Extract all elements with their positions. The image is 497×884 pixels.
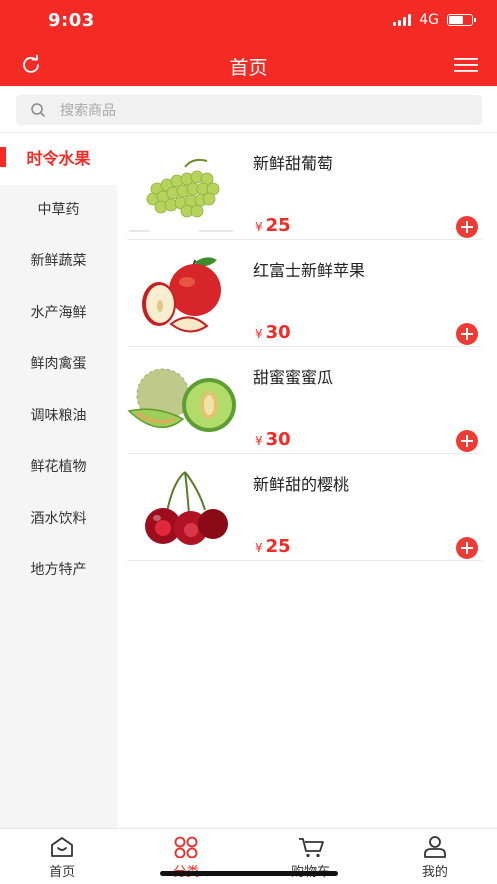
search-box[interactable] bbox=[16, 95, 482, 127]
add-to-cart-button[interactable] bbox=[456, 216, 478, 238]
sidebar-item-drinks[interactable]: 酒水饮料 bbox=[0, 494, 117, 546]
search-icon bbox=[31, 103, 45, 117]
sidebar-item-herbs[interactable]: 中草药 bbox=[0, 185, 117, 237]
product-list: 新鲜甜葡萄 ¥25 红富士新鲜苹果 ¥30 甜蜜蜜蜜瓜 ¥ 30 新鲜甜的樱桃 … bbox=[127, 133, 482, 561]
sidebar-item-seafood[interactable]: 水产海鲜 bbox=[0, 288, 117, 340]
status-time: 9:03 bbox=[48, 10, 95, 31]
search-input[interactable] bbox=[58, 95, 462, 127]
product-name: 新鲜甜的樱桃 bbox=[253, 475, 350, 494]
apple-image bbox=[142, 257, 221, 333]
tab-home-label: 首页 bbox=[49, 865, 76, 880]
product-item[interactable]: 新鲜甜葡萄 ¥25 bbox=[127, 133, 482, 240]
cherries-image bbox=[145, 471, 228, 545]
sidebar-item-condiments[interactable]: 调味粮油 bbox=[0, 391, 117, 443]
add-to-cart-button[interactable] bbox=[456, 430, 478, 452]
network-label: 4G bbox=[419, 12, 439, 28]
cart-icon bbox=[298, 838, 324, 858]
add-to-cart-button[interactable] bbox=[456, 537, 478, 559]
tab-profile-label: 我的 bbox=[421, 865, 448, 880]
add-to-cart-button[interactable] bbox=[456, 323, 478, 345]
product-price: ¥30 bbox=[255, 322, 291, 343]
product-price: ¥25 bbox=[255, 215, 291, 236]
battery-icon bbox=[447, 14, 476, 26]
category-sidebar: 时令水果 中草药 新鲜蔬菜 水产海鲜 鲜肉禽蛋 调味粮油 鲜花植物 酒水饮料 地… bbox=[0, 133, 117, 828]
sidebar-item-vegetables[interactable]: 新鲜蔬菜 bbox=[0, 236, 117, 288]
signal-icon bbox=[393, 14, 412, 26]
melon-image bbox=[127, 368, 236, 432]
product-name: 新鲜甜葡萄 bbox=[253, 154, 334, 173]
product-price: ¥25 bbox=[255, 536, 291, 557]
home-indicator bbox=[160, 871, 338, 876]
product-name: 红富士新鲜苹果 bbox=[253, 261, 366, 280]
grapes-image bbox=[129, 158, 233, 232]
search-bar bbox=[0, 86, 497, 133]
sidebar-item-seasonal-fruit[interactable]: 时令水果 bbox=[0, 133, 117, 185]
category-icon bbox=[174, 836, 198, 858]
sidebar-item-meat-eggs[interactable]: 鲜肉禽蛋 bbox=[0, 339, 117, 391]
product-item[interactable]: 红富士新鲜苹果 ¥30 bbox=[127, 240, 482, 347]
product-item[interactable]: 新鲜甜的樱桃 ¥25 bbox=[127, 454, 482, 561]
product-price: ¥30 bbox=[255, 429, 291, 450]
product-name: 甜蜜蜜蜜瓜 bbox=[253, 368, 334, 387]
menu-icon[interactable] bbox=[454, 57, 478, 73]
home-icon bbox=[51, 837, 74, 857]
profile-icon bbox=[423, 836, 446, 858]
sidebar-item-flowers[interactable]: 鲜花植物 bbox=[0, 442, 117, 494]
tab-home[interactable]: 首页 bbox=[0, 829, 124, 884]
page-title: 首页 bbox=[229, 57, 268, 79]
status-indicators: 4G bbox=[393, 12, 476, 28]
sidebar-item-local-specialty[interactable]: 地方特产 bbox=[0, 545, 117, 597]
tab-profile[interactable]: 我的 bbox=[373, 829, 497, 884]
app-header: 9:03 4G 首页 bbox=[0, 0, 497, 86]
product-item[interactable]: 甜蜜蜜蜜瓜 ¥30 bbox=[127, 347, 482, 454]
